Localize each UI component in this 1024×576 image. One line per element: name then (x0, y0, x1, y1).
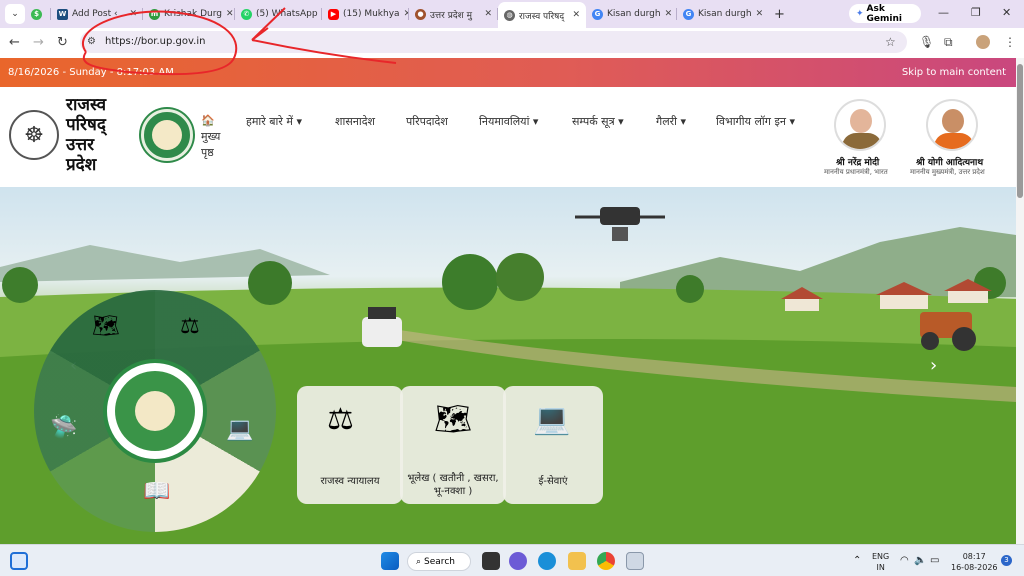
profile-avatar[interactable] (976, 35, 990, 49)
snipping-tool-icon[interactable] (626, 552, 644, 570)
url-text[interactable]: https://bor.up.gov.in (105, 36, 205, 47)
extensions-icon[interactable]: ⧉ (944, 35, 953, 50)
land-records-card[interactable]: 🗺 भूलेख ( खतौनी , खसरा, भू-नक्शा ) (400, 386, 506, 504)
edge-icon[interactable] (538, 552, 556, 570)
cm-role: माननीय मुख्यमंत्री, उत्तर प्रदेश (910, 168, 985, 176)
tray-overflow-icon[interactable]: ⌃ (853, 555, 861, 566)
up-emblem-icon: ● (415, 8, 426, 20)
notification-badge[interactable]: 3 (1001, 555, 1012, 566)
close-tab-icon[interactable]: ✕ (484, 9, 492, 19)
start-icon[interactable] (381, 552, 399, 570)
e-services-card[interactable]: 💻 ई-सेवाएं (503, 386, 603, 504)
close-tab-icon[interactable]: ✕ (226, 9, 234, 19)
land-map-icon[interactable]: 🗺 (92, 314, 120, 339)
wifi-icon[interactable]: ◠ (900, 555, 909, 566)
drone-survey-icon[interactable]: 🛸 (50, 415, 77, 440)
menu-dots-icon[interactable]: ⋮ (1004, 35, 1016, 49)
revenue-court-card[interactable]: ⚖ राजस्व न्यायालय (297, 386, 403, 504)
tab-2[interactable]: m Krishak Durg ✕ (143, 3, 235, 25)
up-state-emblem-icon: ☸ (9, 110, 59, 160)
hero-banner: ‹ › 🗺 ⚖ 🛸 💻 📖 ⚖ राजस्व न्यायालय 🗺 भूलेख … (0, 187, 1016, 544)
carousel-next-icon[interactable]: › (930, 355, 937, 376)
chrome-icon[interactable] (597, 552, 615, 570)
tab-4[interactable]: ▶ (15) Mukhya ✕ (322, 3, 409, 25)
menu-contacts[interactable]: सम्पर्क सूत्र ▾ (572, 114, 624, 129)
file-explorer-icon[interactable] (568, 552, 586, 570)
pm-name: श्री नरेंद्र मोदी (836, 158, 880, 168)
court-gavel-icon[interactable]: ⚖ (180, 314, 200, 339)
microphone-icon[interactable]: 🎙 (919, 35, 934, 49)
current-datetime: 8/16/2026 - Sunday - 8:17:03 AM (8, 67, 174, 78)
restore-icon[interactable]: ❐ (971, 6, 981, 19)
home-link[interactable]: मुख्य पृष्ठ (201, 129, 231, 161)
minimize-icon[interactable]: — (938, 6, 949, 19)
krishak-favicon-icon: m (149, 8, 160, 20)
site-header: ☸ राजस्व परिषद् उत्तर प्रदेश 🏠 मुख्य पृष… (0, 87, 1024, 187)
ask-gemini-button[interactable]: ✦ Ask Gemini (849, 4, 921, 24)
task-view-icon[interactable] (482, 552, 500, 570)
e-payment-icon[interactable]: 💻 (226, 417, 253, 442)
wordpress-icon: W (57, 8, 68, 20)
close-tab-icon[interactable]: ✕ (756, 9, 764, 19)
menu-gallery[interactable]: गैलरी ▾ (656, 114, 686, 129)
globe-icon: ◍ (504, 9, 515, 21)
map-document-icon: 🗺 (434, 402, 473, 437)
e-service-icon: 💻 (533, 402, 571, 437)
scrollbar-thumb[interactable] (1017, 64, 1023, 198)
tab-1[interactable]: W Add Post ‹ ✕ (51, 3, 143, 25)
tab-0[interactable]: $ (25, 3, 51, 25)
forward-icon[interactable]: → (33, 35, 44, 50)
site-info-icon[interactable]: ⚙ (87, 36, 96, 47)
pm-role: माननीय प्रधानमंत्री, भारत (824, 168, 888, 176)
clock[interactable]: 08:17 16-08-2026 (951, 551, 998, 573)
site-title[interactable]: राजस्व परिषद् उत्तर प्रदेश (66, 95, 136, 175)
chat-icon[interactable] (509, 552, 527, 570)
cm-photo (926, 99, 978, 151)
book-icon[interactable]: 📖 (143, 479, 170, 504)
top-info-strip: 8/16/2026 - Sunday - 8:17:03 AM Skip to … (0, 58, 1024, 87)
widgets-icon[interactable] (10, 552, 28, 570)
bookmark-star-icon[interactable]: ☆ (885, 35, 896, 49)
tab-6-active[interactable]: ◍ राजस्व परिषद् ✕ (498, 2, 586, 28)
tab-8[interactable]: G Kisan durgh ✕ (677, 3, 768, 25)
menu-board-orders[interactable]: परिपदादेश (406, 114, 448, 129)
menu-government-orders[interactable]: शासनादेश (335, 114, 375, 129)
close-tab-icon[interactable]: ✕ (665, 9, 673, 19)
close-tab-icon[interactable]: ✕ (572, 10, 580, 20)
back-icon[interactable]: ← (9, 35, 20, 50)
close-tab-icon[interactable]: ✕ (129, 9, 137, 19)
pm-photo (834, 99, 886, 151)
menu-department-login[interactable]: विभागीय लॉग इन ▾ (716, 114, 795, 129)
volume-icon[interactable]: 🔈 (914, 555, 926, 566)
youtube-icon: ▶ (328, 8, 339, 20)
windows-taskbar: ⌕ Search ⌃ ENG IN ◠ 🔈 ▭ 08:17 16-08-2026 3 (0, 544, 1024, 576)
language-indicator[interactable]: ENG IN (872, 551, 889, 573)
google-icon: G (683, 8, 694, 20)
tab-7[interactable]: G Kisan durgh ✕ (586, 3, 677, 25)
tab-list-button[interactable]: ⌄ (5, 4, 25, 24)
revenue-board-seal-icon (141, 109, 193, 161)
skip-to-main-link[interactable]: Skip to main content (902, 67, 1006, 78)
google-icon: G (592, 8, 603, 20)
revenue-board-logo (103, 359, 207, 463)
menu-rules[interactable]: नियमावलियां ▾ (479, 114, 538, 129)
gavel-icon: ⚖ (327, 402, 354, 437)
battery-icon[interactable]: ▭ (930, 555, 939, 566)
close-window-icon[interactable]: ✕ (1002, 6, 1011, 19)
tab-3[interactable]: ✆(5) WhatsApp✕ (235, 3, 322, 25)
gemini-icon: ✦ (856, 8, 864, 19)
tab-favicon-icon: $ (31, 8, 42, 20)
tab-5[interactable]: ● उत्तर प्रदेश मु ✕ (409, 3, 498, 25)
reload-icon[interactable]: ↻ (57, 35, 68, 50)
taskbar-search[interactable]: ⌕ Search (407, 552, 471, 571)
new-tab-button[interactable]: + (774, 7, 785, 22)
whatsapp-icon: ✆ (241, 8, 252, 20)
home-icon[interactable]: 🏠 (201, 114, 215, 127)
menu-about[interactable]: हमारे बारे में ▾ (246, 114, 302, 129)
search-icon: ⌕ (416, 556, 422, 567)
cm-name: श्री योगी आदित्यनाथ (916, 158, 984, 168)
